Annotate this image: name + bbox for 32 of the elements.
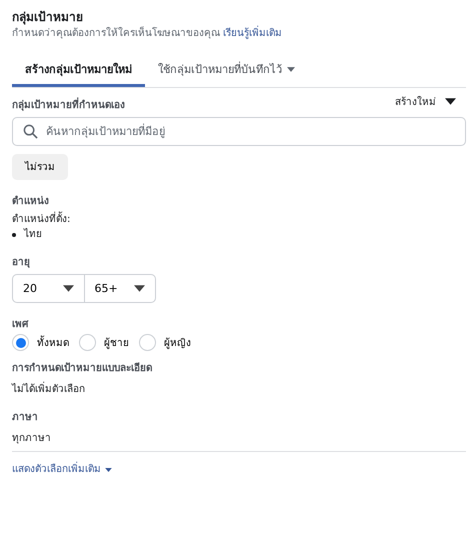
caret-icon <box>445 98 456 105</box>
radio-option[interactable]: ทั้งหมด <box>12 334 69 351</box>
radio-button[interactable] <box>12 334 29 351</box>
field-value: ไม่ได้เพิ่มตัวเลือก <box>12 384 85 394</box>
caret-icon <box>62 284 74 292</box>
field-label: กลุ่มเป้าหมายที่กำหนดเอง <box>12 100 125 112</box>
section-label: การกำหนดเป้าหมายแบบละเอียด <box>12 363 152 374</box>
section-label: เพศ <box>12 318 28 330</box>
description-text: กำหนดว่าคุณต้องการให้ใครเห็นโฆษณาของคุณ <box>12 28 220 38</box>
field-value: ทุกภาษา <box>12 432 51 444</box>
location-sublabel: ตำแหน่งที่ตั้ง: <box>12 214 70 225</box>
exclude-button[interactable]: ไม่รวม <box>12 154 68 180</box>
section-label: ภาษา <box>12 412 38 423</box>
radio-button[interactable] <box>139 334 156 351</box>
learn-more-link[interactable]: เรียนรู้เพิ่มเติม <box>223 28 282 38</box>
radio-option[interactable]: ผู้หญิง <box>139 334 191 351</box>
age-dropdown[interactable]: 20 <box>13 274 84 302</box>
age-dropdown[interactable]: 65+ <box>84 274 155 302</box>
section-label: ตำแหน่ง <box>12 196 49 206</box>
bullet-icon <box>12 232 16 237</box>
radio-button[interactable] <box>79 334 96 351</box>
create-new-dropdown[interactable]: สร้างใหม่ <box>395 94 466 109</box>
show-more-link[interactable]: แสดงตัวเลือกเพิ่มเติม <box>12 464 112 476</box>
tab[interactable]: ใช้กลุ่มเป้าหมายที่บันทึกไว้ <box>145 56 308 87</box>
section-title: กลุ่มเป้าหมาย <box>12 10 83 25</box>
location-item: ไทย <box>24 228 42 241</box>
caret-icon <box>134 284 145 292</box>
tab[interactable]: สร้างกลุ่มเป้าหมายใหม่ <box>12 56 145 87</box>
radio-option[interactable]: ผู้ชาย <box>79 334 129 351</box>
section-label: อายุ <box>12 257 30 268</box>
search-field[interactable]: ค้นหากลุ่มเป้าหมายที่มีอยู่ <box>12 116 466 146</box>
caret-icon <box>105 468 112 472</box>
